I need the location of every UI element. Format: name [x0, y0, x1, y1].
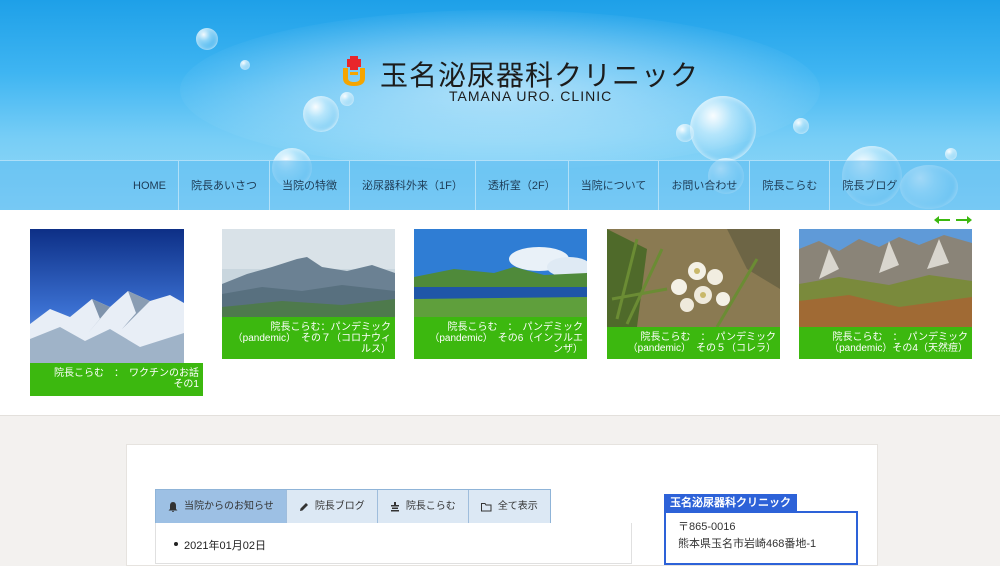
- card-photo[interactable]: [30, 229, 184, 363]
- card-photo[interactable]: [222, 229, 395, 317]
- clinic-info-title: 玉名泌尿器科クリニック: [664, 494, 797, 512]
- pencil-icon: [299, 503, 308, 511]
- bubble-decoration: [945, 148, 957, 160]
- nav-item-blog[interactable]: 院長ブログ: [829, 161, 909, 210]
- card-photo[interactable]: [799, 229, 972, 327]
- card-caption[interactable]: 院長こらむ ： パンデミック（pandemic） その５（コレラ）: [607, 327, 780, 359]
- tab-column[interactable]: 院長こらむ: [376, 490, 468, 524]
- column-slider: 院長こらむ ： ワクチンのお話 その1 院長こらむ：パンデミック（pandemi…: [0, 210, 1000, 416]
- card-photo[interactable]: [607, 229, 780, 327]
- bubble-decoration: [196, 28, 218, 50]
- tab-label: 院長こらむ: [405, 501, 456, 512]
- tab-all[interactable]: 全て表示: [467, 490, 550, 524]
- nav-item-about[interactable]: 当院について: [567, 161, 659, 210]
- card-caption[interactable]: 院長こらむ ： パンデミック（pandemic）その4（天然痘）: [799, 327, 972, 359]
- slider-arrows: [934, 216, 972, 224]
- slider-card[interactable]: 院長こらむ ： パンデミック（pandemic）その4（天然痘）: [799, 229, 972, 359]
- nav-item-contact[interactable]: お問い合わせ: [658, 161, 749, 210]
- clinic-address: 熊本県玉名市岩崎468番地-1: [678, 538, 817, 550]
- bubble-decoration: [240, 60, 250, 70]
- tab-blog[interactable]: 院長ブログ: [285, 490, 377, 524]
- card-caption[interactable]: 院長こらむ ： パンデミック（pandemic） その6（インフルエンザ）: [414, 317, 587, 359]
- nav-item-urology[interactable]: 泌尿器科外来（1F）: [349, 161, 475, 210]
- slider-card[interactable]: 院長こらむ：パンデミック（pandemic） その７（コロナウィルス）: [222, 229, 395, 359]
- folder-icon: [480, 503, 492, 512]
- site-header: 玉名泌尿器科クリニック TAMANA URO. CLINIC HOME 院長あい…: [0, 0, 1000, 210]
- card-caption[interactable]: 院長こらむ：パンデミック（pandemic） その７（コロナウィルス）: [222, 317, 395, 359]
- clinic-info-box: 玉名泌尿器科クリニック 〒865-0016 熊本県玉名市岩崎468番地-1: [664, 494, 858, 565]
- card-caption[interactable]: 院長こらむ ： ワクチンのお話 その1: [30, 363, 209, 396]
- slider-card[interactable]: 院長こらむ ： ワクチンのお話 その1: [30, 229, 209, 396]
- column-icon: [390, 502, 399, 512]
- bubble-decoration: [340, 92, 354, 106]
- nav-item-column[interactable]: 院長こらむ: [749, 161, 829, 210]
- bubble-decoration: [793, 118, 809, 134]
- nav-item-features[interactable]: 当院の特徴: [269, 161, 349, 210]
- bell-icon: [168, 502, 178, 512]
- main-nav: HOME 院長あいさつ 当院の特徴 泌尿器科外来（1F） 透析室（2F） 当院に…: [0, 160, 1000, 210]
- tab-notices[interactable]: 当院からのお知らせ: [156, 490, 286, 524]
- nav-item-dialysis[interactable]: 透析室（2F）: [474, 161, 568, 210]
- bubble-decoration: [676, 124, 694, 142]
- slider-card[interactable]: 院長こらむ ： パンデミック（pandemic） その6（インフルエンザ）: [414, 229, 587, 359]
- site-subtitle: TAMANA URO. CLINIC: [449, 88, 613, 104]
- slider-card[interactable]: 院長こらむ ： パンデミック（pandemic） その５（コレラ）: [607, 229, 780, 359]
- clinic-postal-code: 〒865-0016: [678, 521, 736, 533]
- clinic-logo-icon[interactable]: [340, 56, 368, 88]
- news-item-date[interactable]: 2021年01月02日: [174, 537, 266, 553]
- clinic-info-body: 〒865-0016 熊本県玉名市岩崎468番地-1: [664, 511, 858, 565]
- prev-arrow-icon[interactable]: [934, 216, 950, 224]
- nav-item-greeting[interactable]: 院長あいさつ: [178, 161, 269, 210]
- tab-label: 全て表示: [497, 501, 538, 512]
- card-photo[interactable]: [414, 229, 587, 317]
- bubble-decoration: [690, 96, 756, 162]
- tab-label: 院長ブログ: [314, 501, 365, 512]
- bubble-decoration: [303, 96, 339, 132]
- nav-item-home[interactable]: HOME: [121, 161, 178, 210]
- next-arrow-icon[interactable]: [956, 216, 972, 224]
- tab-label: 当院からのお知らせ: [184, 501, 274, 512]
- news-tabs: 当院からのお知らせ 院長ブログ 院長こらむ 全て表示: [155, 489, 551, 525]
